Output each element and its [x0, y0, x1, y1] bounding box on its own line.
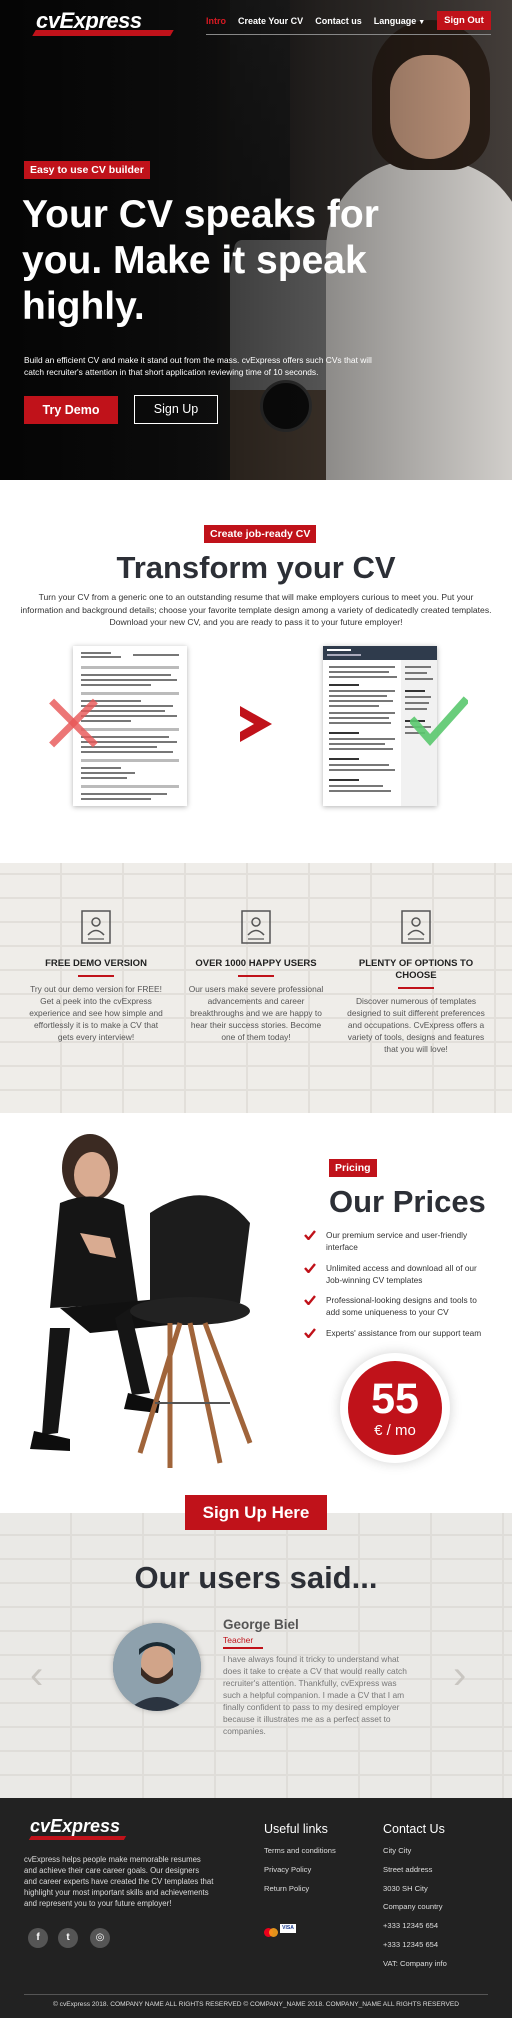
- sign-up-here-button[interactable]: Sign Up Here: [185, 1495, 327, 1530]
- feature-description: Our users make severe professional advan…: [188, 984, 324, 1042]
- list-item: Experts' assistance from our support tea…: [302, 1327, 492, 1339]
- feature-free-demo: FREE DEMO VERSION Try out our demo versi…: [26, 909, 166, 1043]
- nav-menu: Intro Create Your CV Contact us Language…: [206, 11, 491, 35]
- list-item-text: Unlimited access and download all of our…: [326, 1262, 477, 1285]
- sign-out-button[interactable]: Sign Out: [437, 11, 491, 30]
- sign-up-button[interactable]: Sign Up: [134, 395, 218, 424]
- price-amount: 55: [371, 1375, 419, 1423]
- checkmark-icon: [304, 1295, 316, 1305]
- contact-city: City City: [383, 1846, 412, 1855]
- useful-links-title: Useful links: [264, 1822, 328, 1836]
- footer-about: cvExpress helps people make memorable re…: [24, 1855, 214, 1908]
- testimonial-role: Teacher: [223, 1635, 254, 1645]
- chevron-right-icon[interactable]: ›: [453, 1655, 481, 1695]
- list-item-text: Experts' assistance from our support tea…: [326, 1327, 482, 1338]
- mastercard-icon: [264, 1928, 278, 1937]
- contact-street: Street address: [383, 1864, 433, 1874]
- feature-happy-users: OVER 1000 HAPPY USERS Our users make sev…: [186, 909, 326, 1043]
- feature-title: FREE DEMO VERSION: [45, 958, 147, 969]
- list-item: Unlimited access and download all of our…: [302, 1262, 492, 1286]
- checkmark-icon: [304, 1230, 316, 1240]
- try-demo-button[interactable]: Try Demo: [24, 396, 118, 424]
- hero-section: cvExpress Intro Create Your CV Contact u…: [0, 0, 512, 480]
- section-title: Transform your CV: [116, 550, 396, 585]
- cross-icon: [48, 698, 98, 748]
- section-title: Our users said...: [134, 1560, 378, 1595]
- price-badge: 55 € / mo: [340, 1353, 450, 1463]
- pricing-features-list: Our premium service and user-friendly in…: [302, 1229, 492, 1347]
- instagram-icon[interactable]: ◎: [90, 1928, 110, 1948]
- section-description: Turn your CV from a generic one to an ou…: [20, 592, 492, 627]
- features-section: FREE DEMO VERSION Try out our demo versi…: [0, 863, 512, 1113]
- twitter-icon[interactable]: t: [58, 1928, 78, 1948]
- testimonial-quote: I have always found it tricky to underst…: [223, 1654, 407, 1736]
- section-title: Our Prices: [329, 1184, 486, 1219]
- feature-description: Try out our demo version for FREE! Get a…: [29, 984, 163, 1042]
- logo-swoosh: [32, 30, 174, 36]
- nav-link-intro[interactable]: Intro: [206, 16, 226, 26]
- nav-link-contact[interactable]: Contact us: [315, 16, 362, 26]
- contact-vat: VAT: Company info: [383, 1958, 447, 1968]
- section-tag: Create job-ready CV: [204, 525, 317, 543]
- hero-title: Your CV speaks for you. Make it speak hi…: [22, 193, 379, 328]
- visa-icon: VISA: [280, 1924, 296, 1933]
- facebook-icon[interactable]: f: [28, 1928, 48, 1948]
- list-item: Our premium service and user-friendly in…: [302, 1229, 492, 1253]
- contact-phone-2: +333 12345 654: [383, 1939, 439, 1949]
- feature-title: OVER 1000 HAPPY USERS: [195, 958, 317, 969]
- hero-badge: Easy to use CV builder: [24, 161, 150, 179]
- pricing-section: Pricing Our Prices Our premium service a…: [0, 1113, 512, 1513]
- feature-title: PLENTY OF OPTIONS TO CHOOSE: [358, 958, 474, 981]
- contact-title: Contact Us: [383, 1822, 445, 1836]
- woman-on-chair-image: [30, 1134, 253, 1468]
- cv-document-icon: [401, 910, 431, 944]
- avatar: [113, 1623, 201, 1711]
- contact-country: Company country: [383, 1902, 443, 1912]
- footer-link-return[interactable]: Return Policy: [264, 1880, 336, 1899]
- cv-document-icon: [241, 910, 271, 944]
- nav-link-create-cv[interactable]: Create Your CV: [238, 16, 303, 26]
- copyright: © cvExpress 2018. COMPANY NAME ALL RIGHT…: [52, 2001, 460, 2008]
- top-navbar: cvExpress Intro Create Your CV Contact u…: [0, 0, 512, 44]
- cv-document-icon: [81, 910, 111, 944]
- feature-options: PLENTY OF OPTIONS TO CHOOSE Discover num…: [346, 909, 486, 1055]
- contact-phone: +333 12345 654: [383, 1921, 439, 1931]
- chevron-right-icon: [240, 706, 272, 742]
- list-item-text: Our premium service and user-friendly in…: [326, 1230, 468, 1252]
- chevron-down-icon: ▼: [418, 18, 426, 26]
- testimonial-author: George Biel: [223, 1617, 299, 1632]
- price-unit: € / mo: [374, 1422, 416, 1439]
- footer-link-privacy[interactable]: Privacy Policy: [264, 1861, 336, 1880]
- hero-description: Build an efficient CV and make it stand …: [24, 355, 372, 377]
- contact-list: City City Street address 3030 SH City Co…: [383, 1842, 447, 1974]
- payment-cards: VISA: [264, 1924, 296, 1942]
- list-item-text: Professional-looking designs and tools t…: [326, 1295, 477, 1317]
- checkmark-icon: [304, 1327, 316, 1338]
- section-tag: Pricing: [329, 1159, 377, 1177]
- nav-language-label: Language: [373, 15, 417, 26]
- footer-logo[interactable]: cvExpress: [30, 1816, 120, 1837]
- contact-zip: 3030 SH City: [383, 1883, 428, 1893]
- feature-description: Discover numerous of templates designed …: [347, 996, 485, 1054]
- useful-links-list: Terms and conditions Privacy Policy Retu…: [264, 1842, 336, 1898]
- checkmark-icon: [304, 1262, 316, 1273]
- checkmark-icon: [410, 696, 468, 746]
- transform-section: Create job-ready CV Transform your CV Tu…: [0, 480, 512, 863]
- nav-language-dropdown[interactable]: Language ▼: [374, 16, 425, 26]
- list-item: Professional-looking designs and tools t…: [302, 1294, 492, 1318]
- chevron-left-icon[interactable]: ‹: [30, 1655, 58, 1695]
- footer: cvExpress cvExpress helps people make me…: [0, 1798, 512, 2018]
- footer-link-terms[interactable]: Terms and conditions: [264, 1842, 336, 1861]
- testimonials-section: Our users said... ‹ George Biel Teacher …: [0, 1513, 512, 1798]
